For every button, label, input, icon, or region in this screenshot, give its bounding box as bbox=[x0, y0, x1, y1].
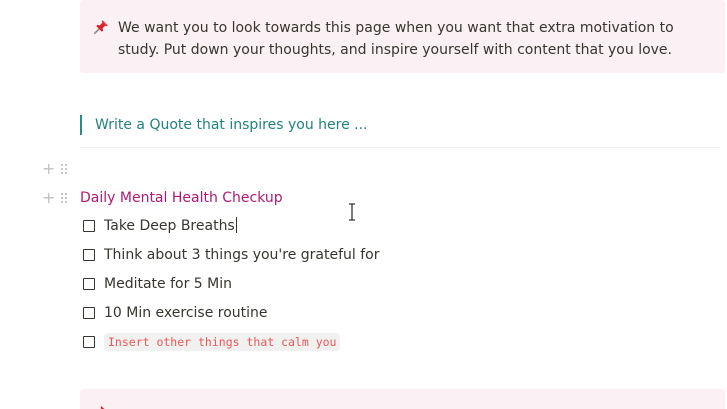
pushpin-icon bbox=[93, 404, 107, 409]
add-block-icon[interactable]: + bbox=[42, 190, 55, 206]
todo-inline-code[interactable]: Insert other things that calm you bbox=[104, 333, 341, 351]
text-caret bbox=[235, 217, 237, 233]
quote-block[interactable]: Write a Quote that inspires you here ... bbox=[80, 115, 368, 135]
todo-label[interactable]: 10 Min exercise routine bbox=[104, 303, 268, 323]
checkup-heading[interactable]: Daily Mental Health Checkup bbox=[80, 188, 283, 208]
todo-checkbox[interactable] bbox=[83, 336, 95, 348]
motivation-callout[interactable]: We want you to look towards this page wh… bbox=[80, 0, 725, 73]
todo-checkbox[interactable] bbox=[83, 307, 95, 319]
todo-checkbox[interactable] bbox=[83, 249, 95, 261]
text-cursor-icon bbox=[349, 203, 355, 221]
add-block-icon[interactable]: + bbox=[42, 161, 55, 177]
callout-block-partial[interactable] bbox=[80, 389, 725, 409]
todo-label[interactable]: Think about 3 things you're grateful for bbox=[104, 245, 380, 265]
pushpin-icon bbox=[93, 19, 109, 35]
todo-checkbox[interactable] bbox=[83, 220, 95, 232]
todo-item[interactable]: Think about 3 things you're grateful for bbox=[83, 245, 380, 265]
drag-handle-icon[interactable] bbox=[60, 192, 68, 204]
todo-label[interactable]: Meditate for 5 Min bbox=[104, 274, 232, 294]
drag-handle-icon[interactable] bbox=[60, 163, 68, 175]
todo-label[interactable]: Take Deep Breaths bbox=[104, 216, 237, 236]
divider bbox=[80, 147, 720, 148]
notion-page: We want you to look towards this page wh… bbox=[0, 0, 727, 409]
block-controls-empty: + bbox=[42, 161, 76, 177]
todo-item[interactable]: 10 Min exercise routine bbox=[83, 303, 268, 323]
todo-item[interactable]: Take Deep Breaths bbox=[83, 216, 237, 236]
callout-text[interactable]: We want you to look towards this page wh… bbox=[118, 17, 718, 61]
todo-item[interactable]: Insert other things that calm you bbox=[83, 332, 341, 352]
todo-checkbox[interactable] bbox=[83, 278, 95, 290]
todo-item[interactable]: Meditate for 5 Min bbox=[83, 274, 232, 294]
block-controls-heading: + bbox=[42, 190, 76, 206]
